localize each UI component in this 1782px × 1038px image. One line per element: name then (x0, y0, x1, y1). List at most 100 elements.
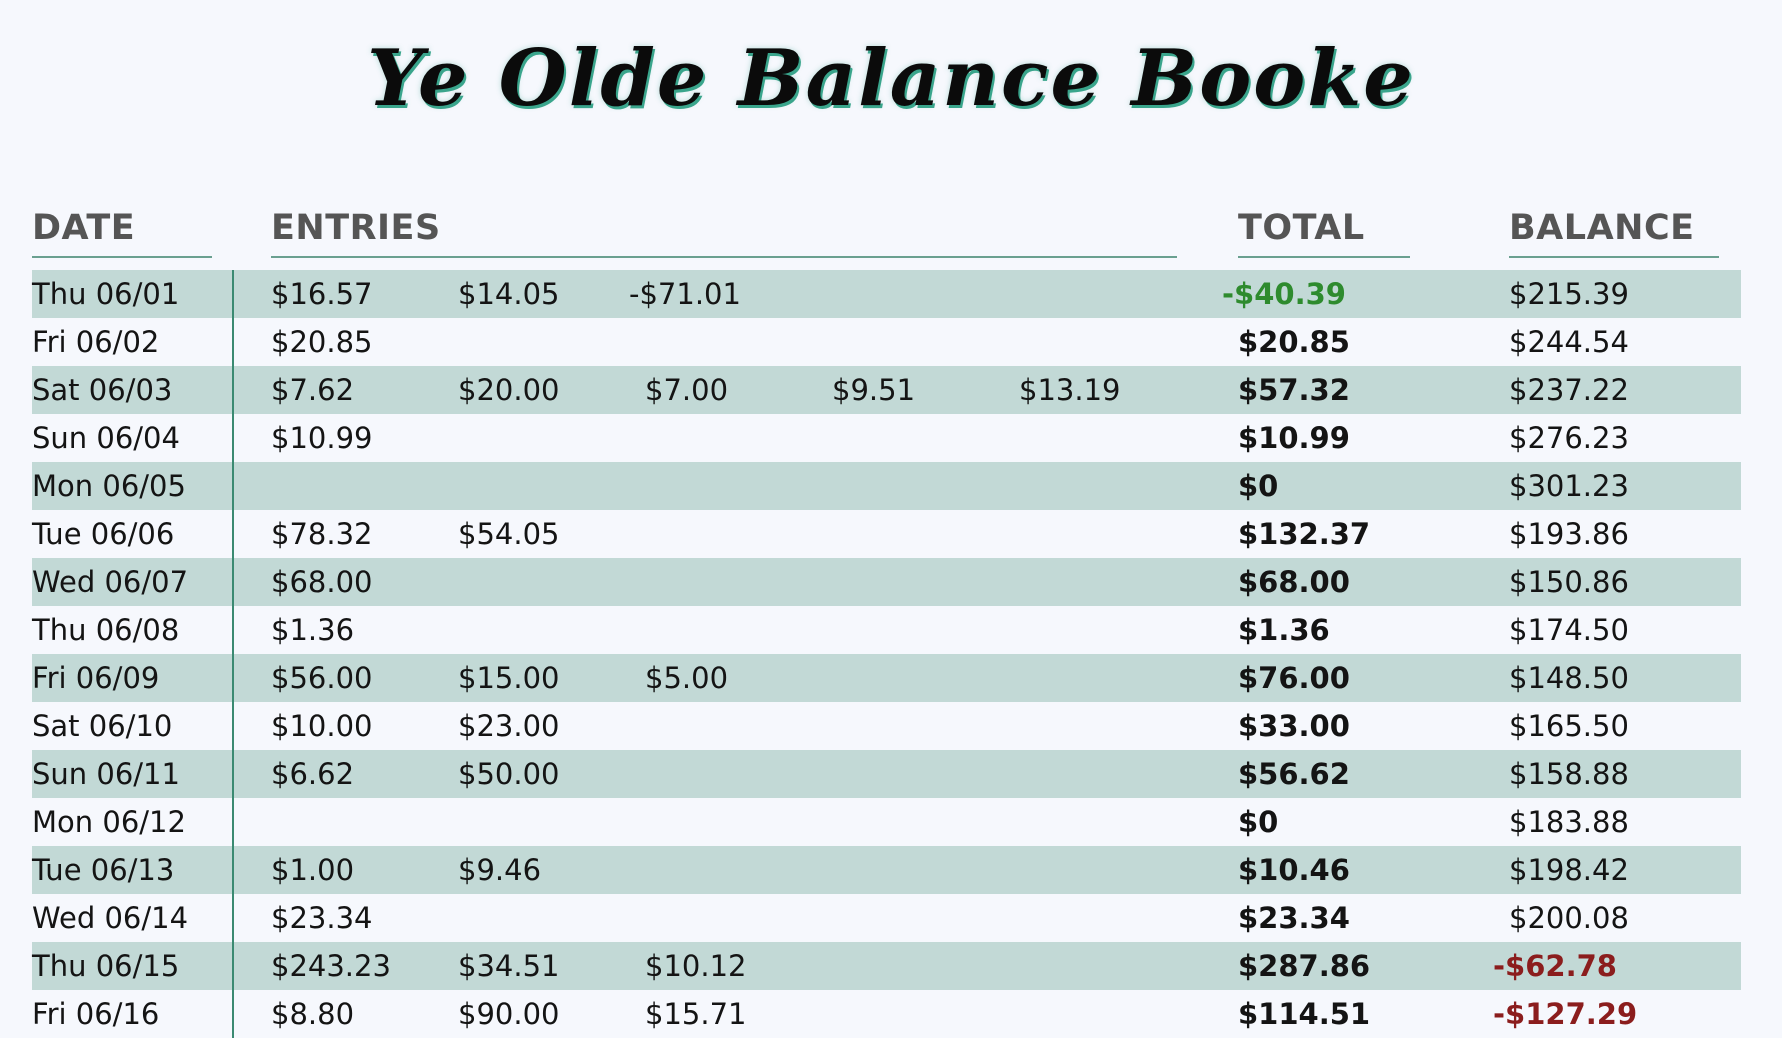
row-entry: $15.00 (458, 661, 560, 695)
row-entry: $10.99 (271, 421, 373, 455)
row-total: $57.32 (1238, 373, 1350, 407)
row-date: Thu 06/08 (32, 613, 180, 647)
row-date: Sun 06/11 (32, 757, 180, 791)
row-total: -$40.39 (1222, 277, 1346, 311)
row-total: $132.37 (1238, 517, 1371, 551)
page-title: Ye Olde Balance Booke (367, 33, 1415, 124)
balance-column-header: BALANCE (1509, 206, 1719, 258)
table-row: Fri 06/16 $8.80 $90.00 $15.71 $114.51 -$127.2… (0, 990, 1782, 1038)
row-entry: $23.00 (458, 709, 560, 743)
row-total: $1.36 (1238, 613, 1330, 647)
row-balance: $198.42 (1509, 853, 1629, 887)
row-entry: $56.00 (271, 661, 373, 695)
total-column-header: TOTAL (1238, 206, 1410, 258)
row-entry: $15.71 (645, 997, 747, 1031)
table-row: Tue 06/13 $1.00 $9.46 $10.46 $198.42 (0, 846, 1782, 894)
row-balance: $193.86 (1509, 517, 1629, 551)
row-date: Fri 06/16 (32, 997, 160, 1031)
row-date: Sat 06/10 (32, 709, 173, 743)
row-entry: $9.46 (458, 853, 542, 887)
row-balance: $174.50 (1509, 613, 1629, 647)
row-total: $23.34 (1238, 901, 1350, 935)
table-row: Fri 06/02 $20.85 $20.85 $244.54 (0, 318, 1782, 366)
ledger-rows: Thu 06/01 $16.57 $14.05 -$71.01 -$40.39 $215.… (0, 270, 1782, 1038)
table-row: Sun 06/11 $6.62 $50.00 $56.62 $158.88 (0, 750, 1782, 798)
row-entry: $8.80 (271, 997, 355, 1031)
table-row: Sat 06/03 $7.62 $20.00 $7.00 $9.51 $13.19 $57.… (0, 366, 1782, 414)
row-entry: $9.51 (832, 373, 916, 407)
row-entry: $78.32 (271, 517, 373, 551)
table-row: Wed 06/14 $23.34 $23.34 $200.08 (0, 894, 1782, 942)
row-balance: $244.54 (1509, 325, 1629, 359)
row-entry: $34.51 (458, 949, 560, 983)
row-date: Wed 06/07 (32, 565, 189, 599)
table-row: Wed 06/07 $68.00 $68.00 $150.86 (0, 558, 1782, 606)
row-balance: $165.50 (1509, 709, 1629, 743)
row-total: $33.00 (1238, 709, 1350, 743)
date-column-header: DATE (32, 206, 212, 258)
row-entry: $10.12 (645, 949, 747, 983)
row-entry: $7.62 (271, 373, 355, 407)
table-row: Thu 06/15 $243.23 $34.51 $10.12 $287.86 -$62.… (0, 942, 1782, 990)
row-date: Sun 06/04 (32, 421, 180, 455)
row-entry: $243.23 (271, 949, 391, 983)
row-date: Fri 06/09 (32, 661, 160, 695)
row-total: $287.86 (1238, 949, 1371, 983)
row-date: Sat 06/03 (32, 373, 173, 407)
row-entry: $50.00 (458, 757, 560, 791)
row-balance: $150.86 (1509, 565, 1629, 599)
row-entry: $1.00 (271, 853, 355, 887)
row-balance: -$62.78 (1493, 949, 1617, 983)
row-balance: $276.23 (1509, 421, 1629, 455)
row-entry: $10.00 (271, 709, 373, 743)
row-total: $114.51 (1238, 997, 1371, 1031)
table-row: Sat 06/10 $10.00 $23.00 $33.00 $165.50 (0, 702, 1782, 750)
row-total: $68.00 (1238, 565, 1350, 599)
row-date: Fri 06/02 (32, 325, 160, 359)
row-date: Wed 06/14 (32, 901, 189, 935)
row-entry: $13.19 (1019, 373, 1121, 407)
row-balance: $215.39 (1509, 277, 1629, 311)
table-row: Mon 06/05 $0 $301.23 (0, 462, 1782, 510)
row-balance: $158.88 (1509, 757, 1629, 791)
row-total: $76.00 (1238, 661, 1350, 695)
row-balance: -$127.29 (1493, 997, 1638, 1031)
entries-column-header: ENTRIES (271, 206, 1177, 258)
row-balance: $301.23 (1509, 469, 1629, 503)
table-row: Mon 06/12 $0 $183.88 (0, 798, 1782, 846)
table-row: Thu 06/01 $16.57 $14.05 -$71.01 -$40.39 $215.… (0, 270, 1782, 318)
table-row: Sun 06/04 $10.99 $10.99 $276.23 (0, 414, 1782, 462)
row-date: Tue 06/13 (32, 853, 175, 887)
row-date: Mon 06/12 (32, 805, 186, 839)
row-balance: $183.88 (1509, 805, 1629, 839)
row-entry: $23.34 (271, 901, 373, 935)
row-total: $0 (1238, 469, 1279, 503)
row-entry: $90.00 (458, 997, 560, 1031)
row-entry: $16.57 (271, 277, 373, 311)
row-entry: $14.05 (458, 277, 560, 311)
row-entry: $5.00 (645, 661, 729, 695)
row-total: $10.46 (1238, 853, 1350, 887)
row-balance: $148.50 (1509, 661, 1629, 695)
row-entry: $20.85 (271, 325, 373, 359)
row-total: $20.85 (1238, 325, 1350, 359)
row-total: $0 (1238, 805, 1279, 839)
date-column-divider (232, 270, 234, 1038)
row-entry: -$71.01 (629, 277, 741, 311)
row-entry: $7.00 (645, 373, 729, 407)
row-entry: $20.00 (458, 373, 560, 407)
row-total: $10.99 (1238, 421, 1350, 455)
row-entry: $54.05 (458, 517, 560, 551)
row-date: Thu 06/01 (32, 277, 180, 311)
row-balance: $200.08 (1509, 901, 1629, 935)
row-date: Tue 06/06 (32, 517, 175, 551)
row-balance: $237.22 (1509, 373, 1629, 407)
table-row: Thu 06/08 $1.36 $1.36 $174.50 (0, 606, 1782, 654)
row-date: Mon 06/05 (32, 469, 186, 503)
row-date: Thu 06/15 (32, 949, 180, 983)
table-row: Tue 06/06 $78.32 $54.05 $132.37 $193.86 (0, 510, 1782, 558)
row-entry: $1.36 (271, 613, 355, 647)
row-total: $56.62 (1238, 757, 1350, 791)
row-entry: $6.62 (271, 757, 355, 791)
row-entry: $68.00 (271, 565, 373, 599)
